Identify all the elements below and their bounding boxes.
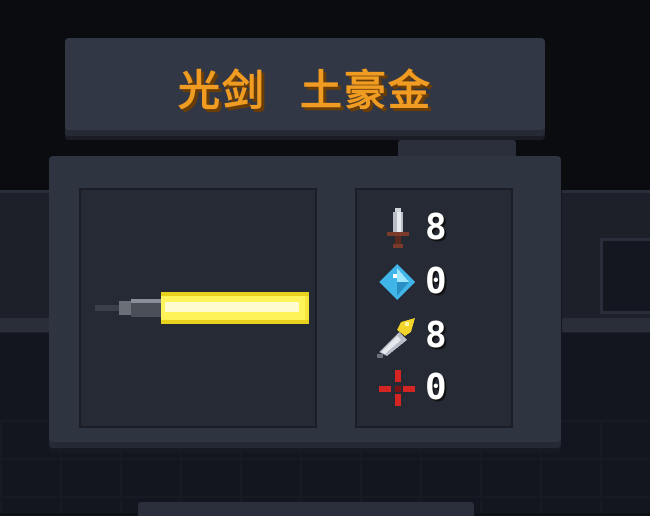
right-wall bbox=[562, 190, 650, 333]
weapon-stats: 8 0 8 0 bbox=[355, 188, 513, 428]
right-ledge bbox=[562, 318, 650, 332]
stat-crit: 8 bbox=[375, 314, 505, 358]
stat-energy: 0 bbox=[375, 260, 505, 304]
stat-damage: 8 bbox=[375, 206, 505, 250]
weapon-info-panel: 8 0 8 0 bbox=[49, 156, 561, 448]
diamond-icon bbox=[379, 264, 415, 300]
sword-icon bbox=[387, 208, 409, 248]
left-wall bbox=[0, 190, 52, 333]
wall-slot bbox=[600, 238, 650, 314]
lightsaber-icon bbox=[95, 292, 309, 324]
stat-energy-value: 0 bbox=[425, 261, 447, 302]
stat-accuracy-value: 0 bbox=[425, 367, 447, 408]
crit-icon bbox=[377, 318, 415, 358]
weapon-rarity: 土豪金 bbox=[300, 65, 433, 115]
weapon-title: 光剑 土豪金 bbox=[65, 38, 545, 136]
panel-connector bbox=[398, 140, 516, 156]
stat-accuracy: 0 bbox=[375, 366, 505, 410]
crosshair-icon bbox=[379, 370, 415, 406]
weapon-name: 光剑 bbox=[177, 65, 266, 115]
weapon-title-panel: 光剑 土豪金 bbox=[65, 38, 545, 136]
bottom-panel-edge bbox=[138, 502, 474, 516]
weapon-preview bbox=[79, 188, 317, 428]
stat-crit-value: 8 bbox=[425, 315, 447, 356]
left-ledge bbox=[0, 318, 52, 332]
stat-damage-value: 8 bbox=[425, 207, 447, 248]
